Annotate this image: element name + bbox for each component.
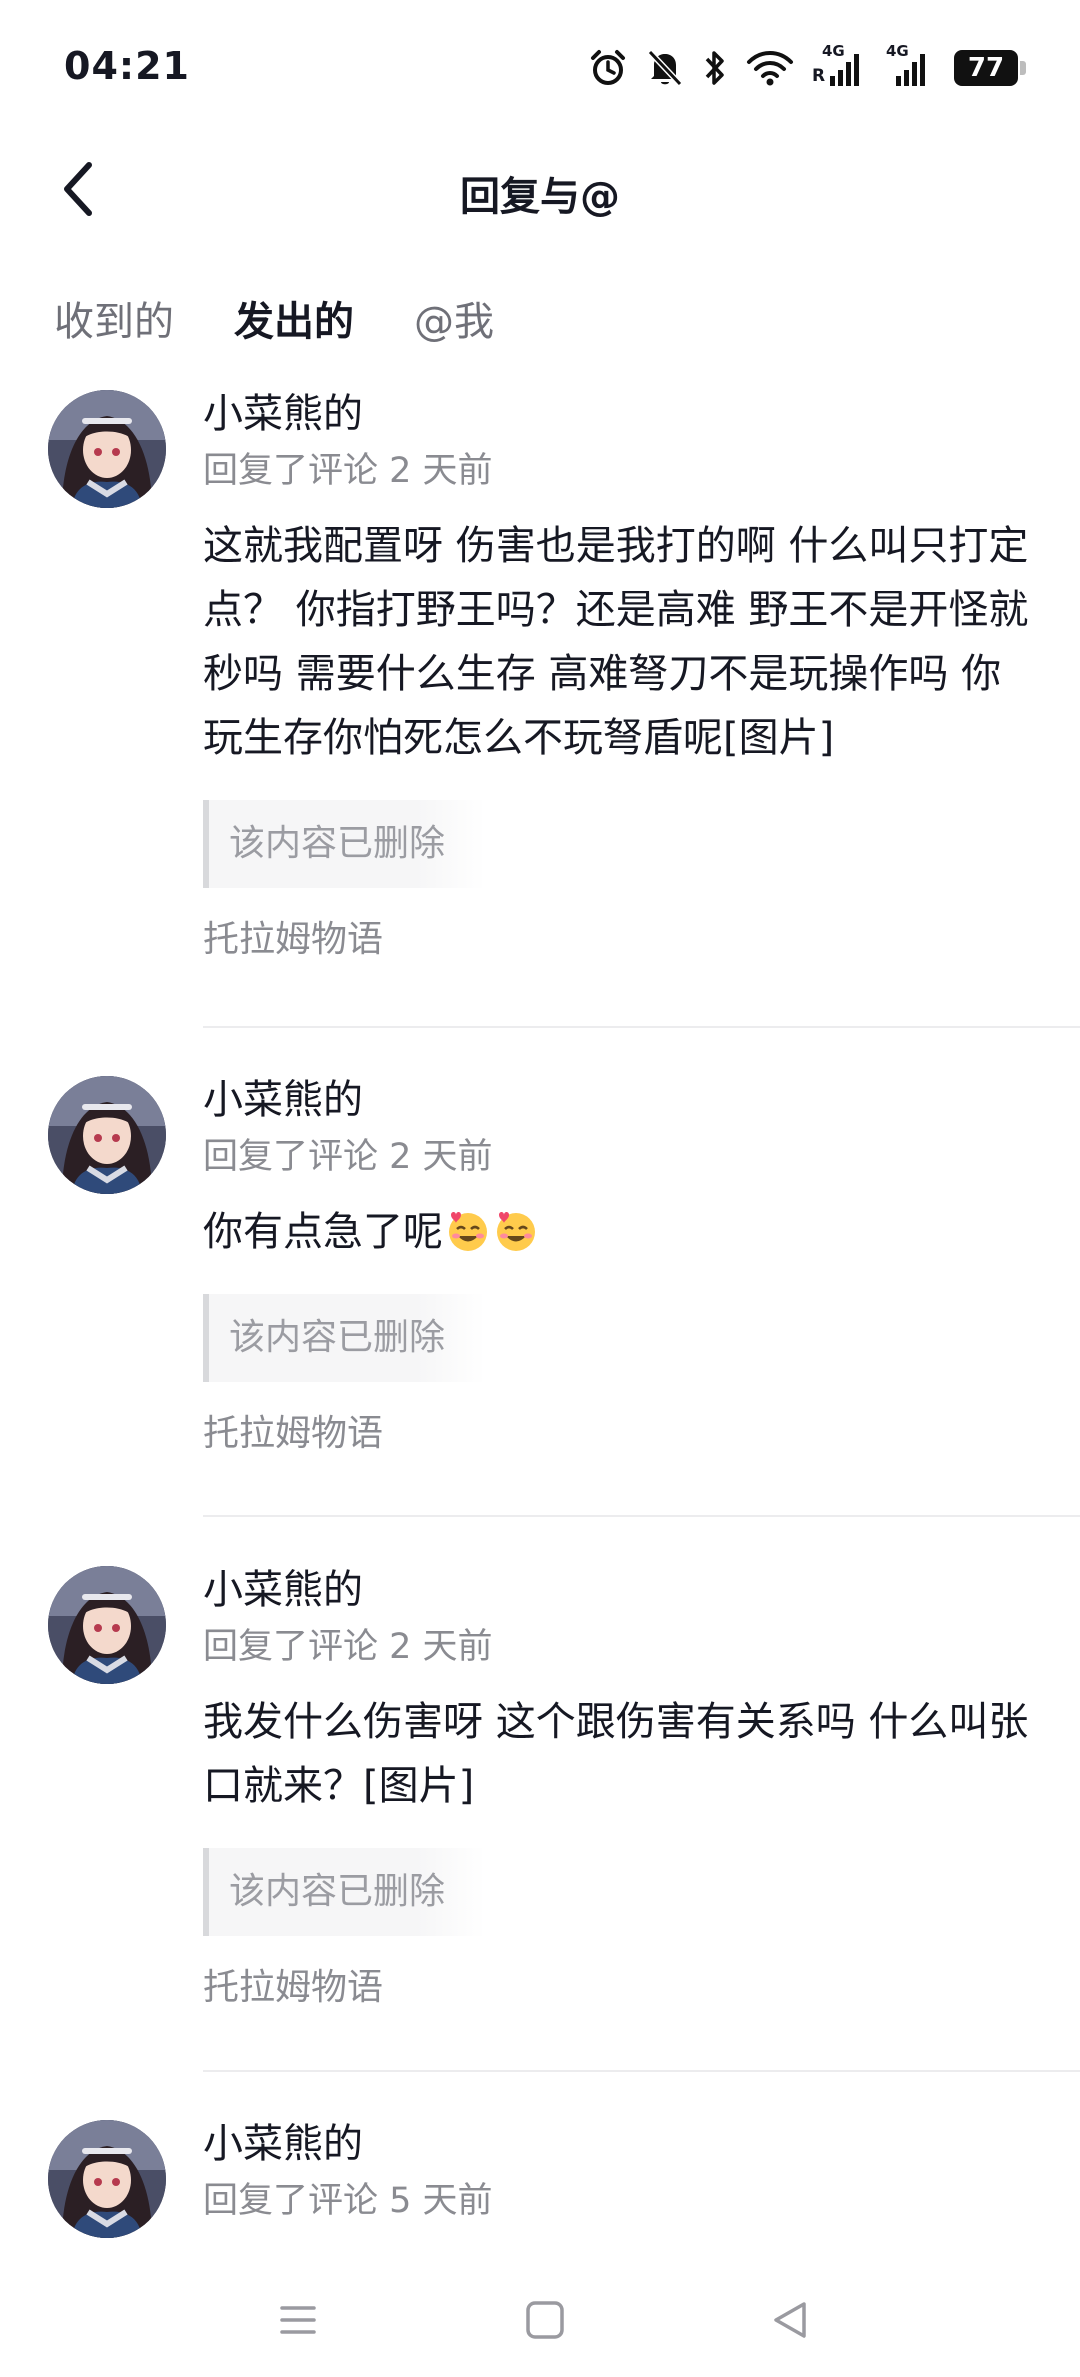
source-label[interactable]: 托拉姆物语 bbox=[203, 914, 1040, 966]
status-bar: 04:21 4G R 4G 77 bbox=[0, 0, 1080, 120]
user-name[interactable]: 小菜熊的 bbox=[203, 2116, 1040, 2172]
tab-active-indicator bbox=[242, 346, 346, 356]
home-button[interactable] bbox=[515, 2292, 575, 2352]
status-time: 04:21 bbox=[64, 44, 190, 88]
divider bbox=[203, 2070, 1080, 2072]
mute-bell-icon bbox=[646, 48, 684, 88]
comment-text[interactable]: 你有点急了呢 bbox=[203, 1200, 1040, 1264]
signal-4g-r-icon: 4G R bbox=[812, 42, 868, 90]
quoted-comment[interactable]: 该内容已删除 bbox=[203, 800, 486, 888]
tab-mentions[interactable]: @我 bbox=[414, 292, 494, 352]
blush-hearts-emoji-icon bbox=[445, 1207, 491, 1253]
user-name[interactable]: 小菜熊的 bbox=[203, 1562, 1040, 1618]
avatar[interactable] bbox=[48, 1076, 166, 1194]
tab-received[interactable]: 收到的 bbox=[54, 292, 174, 352]
back-triangle-icon bbox=[770, 2300, 810, 2344]
divider bbox=[203, 1515, 1080, 1517]
header: 回复与@ bbox=[0, 140, 1080, 244]
comment-text[interactable]: 我发什么伤害呀 这个跟伤害有关系吗 什么叫张口就来？[图片] bbox=[203, 1690, 1040, 1818]
blush-hearts-emoji-icon bbox=[493, 1207, 539, 1253]
menu-button[interactable] bbox=[268, 2292, 328, 2352]
comment-meta: 回复了评论 2 天前 bbox=[203, 451, 493, 491]
comment-meta: 回复了评论 2 天前 bbox=[203, 1627, 493, 1667]
comment-text[interactable]: 这就我配置呀 伤害也是我打的啊 什么叫只打定点？ 你指打野王吗？还是高难 野王不… bbox=[203, 514, 1040, 770]
comment-meta: 回复了评论 2 天前 bbox=[203, 1137, 493, 1177]
quoted-comment[interactable]: 该内容已删除 bbox=[203, 1848, 486, 1936]
comment-text-content: 你有点急了呢 bbox=[203, 1209, 443, 1255]
alarm-icon bbox=[588, 48, 628, 88]
comment-body: 小菜熊的 回复了评论 2 天前 这就我配置呀 伤害也是我打的啊 什么叫只打定点？… bbox=[203, 386, 1040, 966]
menu-icon bbox=[278, 2300, 318, 2344]
comment-body: 小菜熊的 回复了评论 5 天前 bbox=[203, 2116, 1040, 2226]
quoted-comment[interactable]: 该内容已删除 bbox=[203, 1294, 486, 1382]
tab-bar: 收到的 发出的 @我 bbox=[54, 292, 494, 372]
source-label[interactable]: 托拉姆物语 bbox=[203, 1408, 1040, 1460]
avatar[interactable] bbox=[48, 2120, 166, 2238]
page-title: 回复与@ bbox=[460, 174, 620, 220]
comment-meta: 回复了评论 5 天前 bbox=[203, 2181, 493, 2221]
status-icons: 4G R 4G 77 bbox=[588, 42, 1026, 92]
user-name[interactable]: 小菜熊的 bbox=[203, 1072, 1040, 1128]
divider bbox=[203, 1026, 1080, 1028]
avatar[interactable] bbox=[48, 390, 166, 508]
wifi-icon bbox=[746, 48, 794, 88]
system-back-button[interactable] bbox=[760, 2292, 820, 2352]
comment-body: 小菜熊的 回复了评论 2 天前 你有点急了呢 该内容已删除 托拉姆物语 bbox=[203, 1072, 1040, 1460]
comment-body: 小菜熊的 回复了评论 2 天前 我发什么伤害呀 这个跟伤害有关系吗 什么叫张口就… bbox=[203, 1562, 1040, 2014]
tab-sent-label: 发出的 bbox=[234, 299, 354, 345]
signal-4g-icon: 4G bbox=[886, 42, 936, 90]
tab-sent[interactable]: 发出的 bbox=[234, 292, 354, 356]
user-name[interactable]: 小菜熊的 bbox=[203, 386, 1040, 442]
battery-icon: 77 bbox=[954, 50, 1026, 86]
bluetooth-icon bbox=[702, 48, 728, 88]
system-nav-bar bbox=[0, 2270, 1080, 2377]
avatar[interactable] bbox=[48, 1566, 166, 1684]
home-square-icon bbox=[525, 2300, 565, 2344]
source-label[interactable]: 托拉姆物语 bbox=[203, 1962, 1040, 2014]
